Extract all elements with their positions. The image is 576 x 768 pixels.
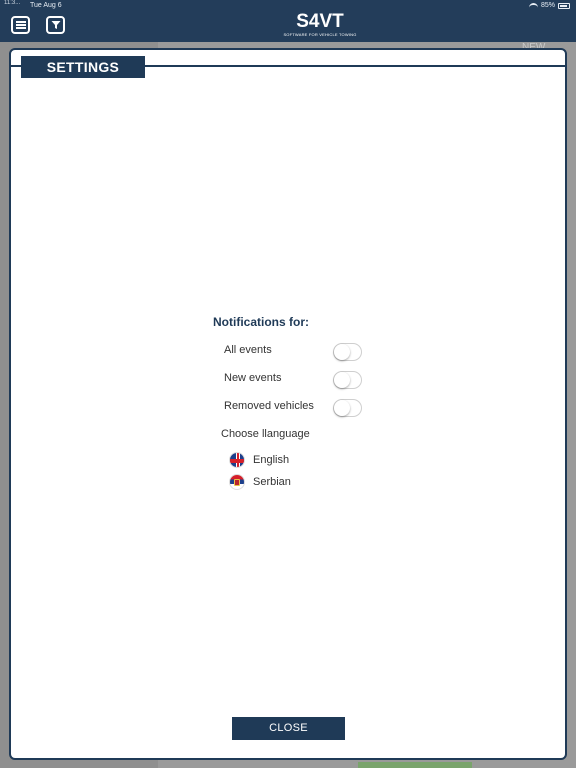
toggle-knob xyxy=(334,372,350,388)
notification-row-removed-vehicles: Removed vehicles xyxy=(224,400,314,412)
status-time: 11:3... xyxy=(4,0,21,6)
notification-row-new-events: New events xyxy=(224,372,281,384)
toggle-knob xyxy=(334,400,350,416)
language-label: Serbian xyxy=(253,476,291,488)
uk-flag-icon xyxy=(229,452,245,468)
wifi-icon xyxy=(528,2,538,9)
close-button[interactable]: CLOSE xyxy=(232,717,345,740)
all-events-toggle[interactable] xyxy=(333,343,362,361)
notification-label: All events xyxy=(224,344,272,356)
filter-icon xyxy=(51,21,60,29)
battery-percent: 85% xyxy=(540,2,555,9)
status-date: Tue Aug 6 xyxy=(30,2,62,9)
status-indicators: 85% xyxy=(528,2,570,9)
language-title: Choose llanguage xyxy=(221,428,310,440)
hamburger-icon xyxy=(15,21,26,29)
removed-vehicles-toggle[interactable] xyxy=(333,399,362,417)
notification-row-all-events: All events xyxy=(224,344,272,356)
language-label: English xyxy=(253,454,290,466)
notification-label: Removed vehicles xyxy=(224,400,314,412)
battery-icon xyxy=(558,2,570,9)
app-logo: S4VT SOFTWARE FOR VEHICLE TOWING xyxy=(270,12,370,37)
background-green-bar xyxy=(358,762,472,768)
top-bar: 11:3... Tue Aug 6 85% S4VT SOFTWARE FOR … xyxy=(0,0,576,42)
filter-button[interactable] xyxy=(46,16,65,34)
modal-title: SETTINGS xyxy=(21,56,145,78)
language-option-english[interactable]: English xyxy=(229,452,289,468)
serbia-flag-icon xyxy=(229,474,245,490)
toggle-knob xyxy=(334,344,350,360)
settings-modal: SETTINGS Notifications for: All events N… xyxy=(9,48,567,760)
menu-button[interactable] xyxy=(11,16,30,34)
notification-label: New events xyxy=(224,372,282,384)
new-events-toggle[interactable] xyxy=(333,371,362,389)
notifications-title: Notifications for: xyxy=(213,315,309,329)
logo-text: S4VT xyxy=(296,11,344,32)
language-option-serbian[interactable]: Serbian xyxy=(229,474,291,490)
logo-tagline: SOFTWARE FOR VEHICLE TOWING xyxy=(283,32,357,37)
